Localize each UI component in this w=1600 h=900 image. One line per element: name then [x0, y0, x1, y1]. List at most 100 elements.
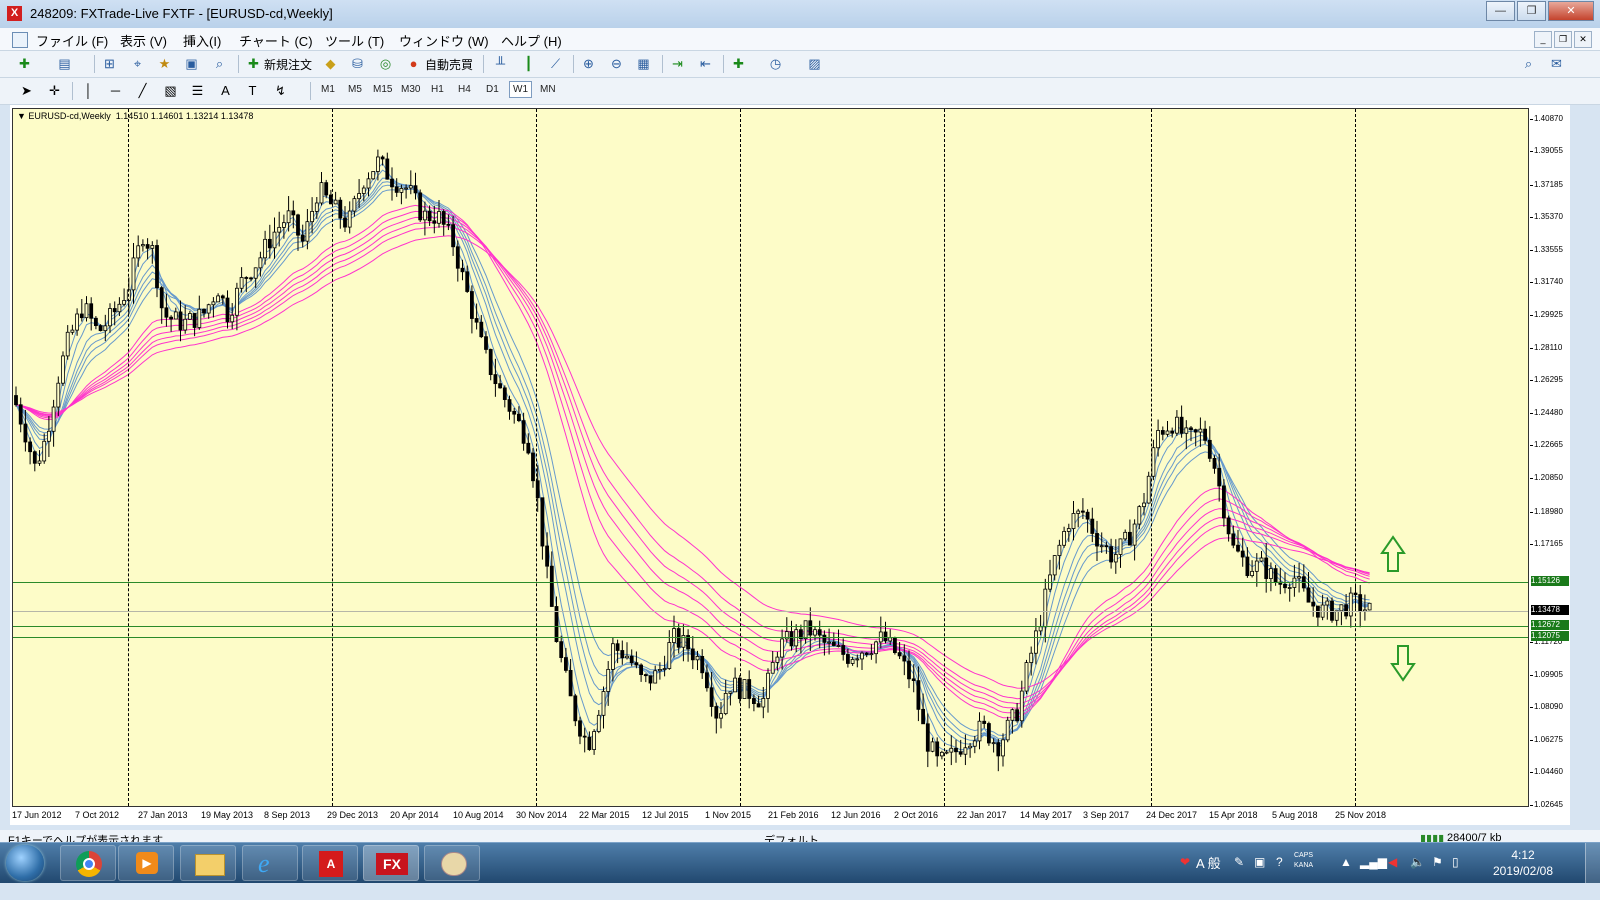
timeframe-w1[interactable]: W1: [509, 81, 532, 98]
timeframe-m30[interactable]: M30: [398, 83, 423, 96]
menu-window[interactable]: ウィンドウ (W): [399, 31, 489, 50]
time-tick: 14 May 2017: [1020, 810, 1073, 820]
ime-indicator[interactable]: A 般: [1196, 853, 1221, 872]
auto-trade-button[interactable]: 自動売買: [425, 56, 473, 73]
equidistant-channel-icon[interactable]: ▧: [162, 82, 179, 99]
tray-expand-icon[interactable]: ▲: [1340, 855, 1352, 869]
candle: [1062, 526, 1066, 548]
up-arrow: [1380, 535, 1406, 572]
signal-icon[interactable]: ▂▄▆: [1360, 855, 1387, 869]
indicators-icon[interactable]: ✚: [730, 55, 747, 72]
menu-view[interactable]: 表示 (V): [120, 31, 167, 50]
strategy-tester-icon[interactable]: ⌕: [211, 55, 228, 72]
ime-tool-icon[interactable]: ✎: [1234, 855, 1244, 869]
templates-icon[interactable]: ▨: [806, 55, 823, 72]
price-axis[interactable]: 1.40870 1.39055 1.37185 1.35370 1.33555 1.317…: [1529, 108, 1570, 809]
fibonacci-icon[interactable]: ☰: [189, 82, 206, 99]
start-button[interactable]: [6, 845, 44, 881]
chrome-taskbar-icon[interactable]: [60, 845, 116, 881]
candle: [690, 636, 695, 670]
timeframe-d1[interactable]: D1: [483, 83, 502, 96]
network-icon[interactable]: ▯: [1452, 855, 1459, 869]
candle: [1344, 593, 1348, 620]
market-watch-icon[interactable]: ⊞: [101, 55, 118, 72]
terminal-icon[interactable]: ▣: [183, 55, 200, 72]
timeframe-h4[interactable]: H4: [455, 83, 474, 96]
timeframe-m15[interactable]: M15: [370, 83, 395, 96]
candle: [601, 686, 606, 729]
candlestick-icon[interactable]: ┃: [520, 55, 537, 72]
navigator-icon[interactable]: ★: [156, 55, 173, 72]
slow-ma-line: [15, 216, 1370, 709]
autoscroll-icon[interactable]: ⇥: [669, 55, 686, 72]
child-window-icon[interactable]: [12, 32, 28, 48]
auto-trade-icon[interactable]: ●: [405, 55, 422, 72]
ie-taskbar-icon[interactable]: e: [242, 845, 298, 881]
crosshair-icon[interactable]: ✛: [46, 82, 63, 99]
acrobat-taskbar-icon[interactable]: A: [302, 845, 358, 881]
chat-icon[interactable]: ✉: [1548, 55, 1565, 72]
new-order-icon[interactable]: ✚: [245, 55, 262, 72]
flag-icon[interactable]: ⚑: [1432, 855, 1443, 869]
clock[interactable]: 4:12 2019/02/08: [1478, 847, 1568, 879]
horizontal-level-line[interactable]: [13, 581, 1528, 583]
notification-icon[interactable]: ❤: [1180, 855, 1190, 869]
minimize-button[interactable]: —: [1486, 1, 1515, 21]
child-restore-button[interactable]: ❐: [1554, 31, 1572, 48]
tile-windows-icon[interactable]: ▦: [635, 55, 652, 72]
bar-chart-icon[interactable]: ╨: [492, 55, 509, 72]
timeframe-m5[interactable]: M5: [345, 83, 365, 96]
vertical-line-icon[interactable]: │: [80, 82, 97, 99]
chart-plot-area[interactable]: ▼ EURUSD-cd,Weekly 1.14510 1.14601 1.132…: [12, 108, 1529, 807]
show-desktop-button[interactable]: [1585, 843, 1600, 883]
close-button[interactable]: ✕: [1548, 1, 1594, 21]
timeframe-m1[interactable]: M1: [318, 83, 338, 96]
zoom-out-icon[interactable]: ⊖: [608, 55, 625, 72]
time-axis[interactable]: 17 Jun 2012 7 Oct 2012 27 Jan 2013 19 May 2…: [12, 807, 1529, 825]
ime-dictionary-icon[interactable]: ▣: [1254, 855, 1265, 869]
horizontal-level-line[interactable]: [13, 625, 1528, 627]
restore-button[interactable]: ❐: [1517, 1, 1546, 21]
volume-icon[interactable]: 🔈: [1410, 855, 1425, 869]
search-icon[interactable]: ⌕: [1520, 55, 1537, 72]
profiles-icon[interactable]: ▤: [56, 55, 73, 72]
metaeditor-icon[interactable]: ◆: [322, 55, 339, 72]
menu-file[interactable]: ファイル (F): [36, 31, 108, 50]
candle: [1109, 538, 1113, 569]
data-window-icon[interactable]: ⌖: [129, 55, 146, 72]
new-chart-icon[interactable]: ✚: [16, 55, 33, 72]
horizontal-line-icon[interactable]: ─: [107, 82, 124, 99]
zoom-in-icon[interactable]: ⊕: [580, 55, 597, 72]
child-minimize-button[interactable]: _: [1534, 31, 1552, 48]
explorer-taskbar-icon[interactable]: [180, 845, 236, 881]
timeframe-h1[interactable]: H1: [428, 83, 447, 96]
time-tick: 22 Jan 2017: [957, 810, 1007, 820]
candle: [794, 624, 799, 653]
text-label-icon[interactable]: T: [244, 82, 261, 99]
horizontal-level-line[interactable]: [13, 636, 1528, 638]
arrows-icon[interactable]: ↯: [272, 82, 289, 99]
trendline-icon[interactable]: ╱: [134, 82, 151, 99]
candle: [277, 211, 282, 247]
new-order-button[interactable]: 新規注文: [264, 56, 312, 73]
periods-icon[interactable]: ◷: [767, 55, 784, 72]
menu-help[interactable]: ヘルプ (H): [501, 31, 562, 50]
child-close-button[interactable]: ✕: [1574, 31, 1592, 48]
menu-insert[interactable]: 挿入(I): [183, 31, 221, 50]
menu-chart[interactable]: チャート (C): [239, 31, 313, 50]
media-player-taskbar-icon[interactable]: ▶: [118, 845, 174, 881]
cursor-icon[interactable]: ➤: [18, 82, 35, 99]
current-price-line[interactable]: [13, 611, 1528, 613]
signals-icon[interactable]: ⛁: [349, 55, 366, 72]
paint-taskbar-icon[interactable]: [424, 845, 480, 881]
fx-terminal-taskbar-icon[interactable]: FX: [363, 845, 419, 881]
security-icon[interactable]: ◀: [1388, 855, 1397, 869]
menu-tools[interactable]: ツール (T): [325, 31, 384, 50]
text-icon[interactable]: A: [217, 82, 234, 99]
chart-shift-icon[interactable]: ⇤: [697, 55, 714, 72]
market-icon[interactable]: ◎: [377, 55, 394, 72]
ime-help-icon[interactable]: ?: [1276, 855, 1283, 869]
candle: [930, 737, 935, 753]
line-chart-icon[interactable]: ⟋: [547, 55, 564, 72]
timeframe-mn[interactable]: MN: [537, 83, 559, 96]
